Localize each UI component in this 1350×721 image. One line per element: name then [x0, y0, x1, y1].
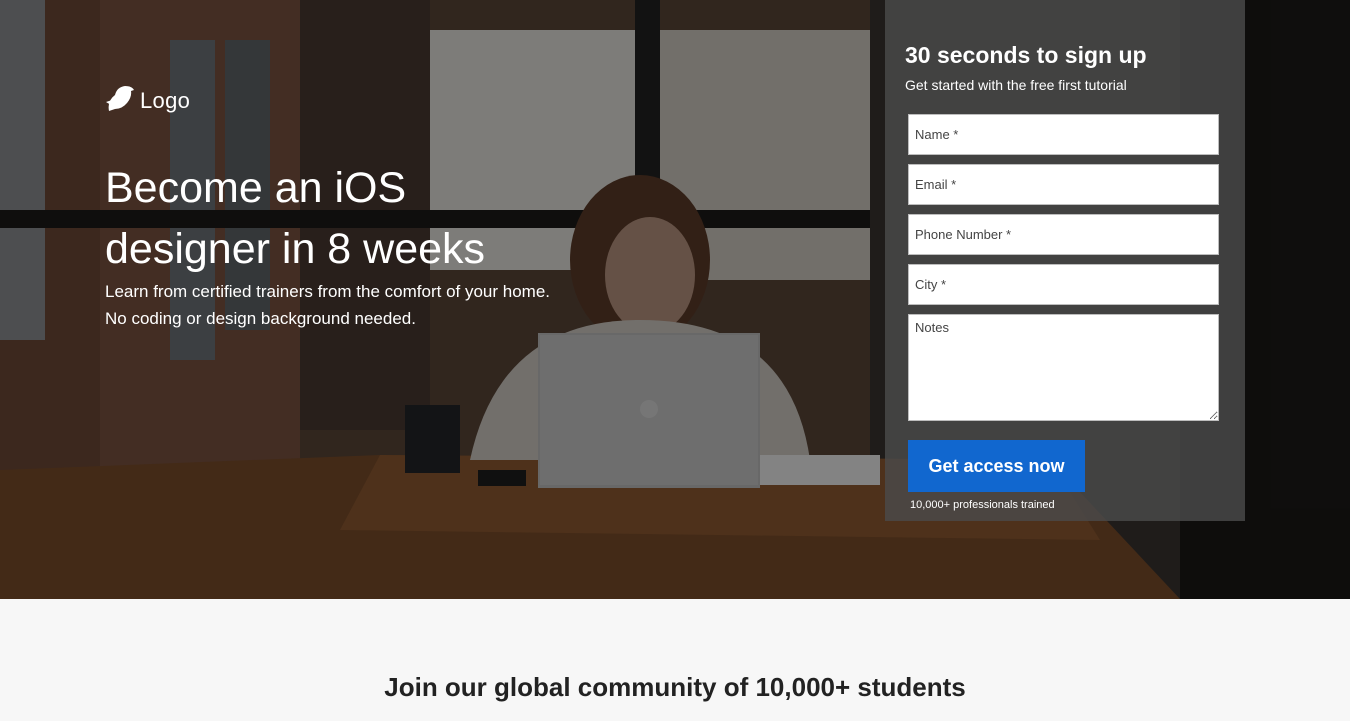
form-title: 30 seconds to sign up	[905, 42, 1147, 68]
bird-icon	[106, 86, 134, 111]
trained-note: 10,000+ professionals trained	[910, 499, 1055, 511]
hero-subline: Learn from certified trainers from the c…	[105, 278, 625, 332]
phone-field[interactable]	[908, 214, 1219, 255]
get-access-button[interactable]: Get access now	[908, 440, 1085, 492]
hero-section: Logo Become an iOS designer in 8 weeks L…	[0, 0, 1350, 599]
city-field[interactable]	[908, 264, 1219, 305]
hero-subline-2: No coding or design background needed.	[105, 309, 416, 328]
signup-form: 30 seconds to sign up Get started with t…	[885, 0, 1245, 521]
notes-field[interactable]	[908, 314, 1219, 421]
email-field[interactable]	[908, 164, 1219, 205]
hero-headline: Become an iOS designer in 8 weeks	[105, 164, 486, 273]
hero-subline-1: Learn from certified trainers from the c…	[105, 282, 551, 301]
community-heading: Join our global community of 10,000+ stu…	[384, 672, 966, 702]
name-field[interactable]	[908, 114, 1219, 155]
logo[interactable]: Logo	[105, 82, 190, 114]
logo-text: Logo	[140, 88, 191, 113]
form-subtitle: Get started with the free first tutorial	[905, 77, 1127, 93]
